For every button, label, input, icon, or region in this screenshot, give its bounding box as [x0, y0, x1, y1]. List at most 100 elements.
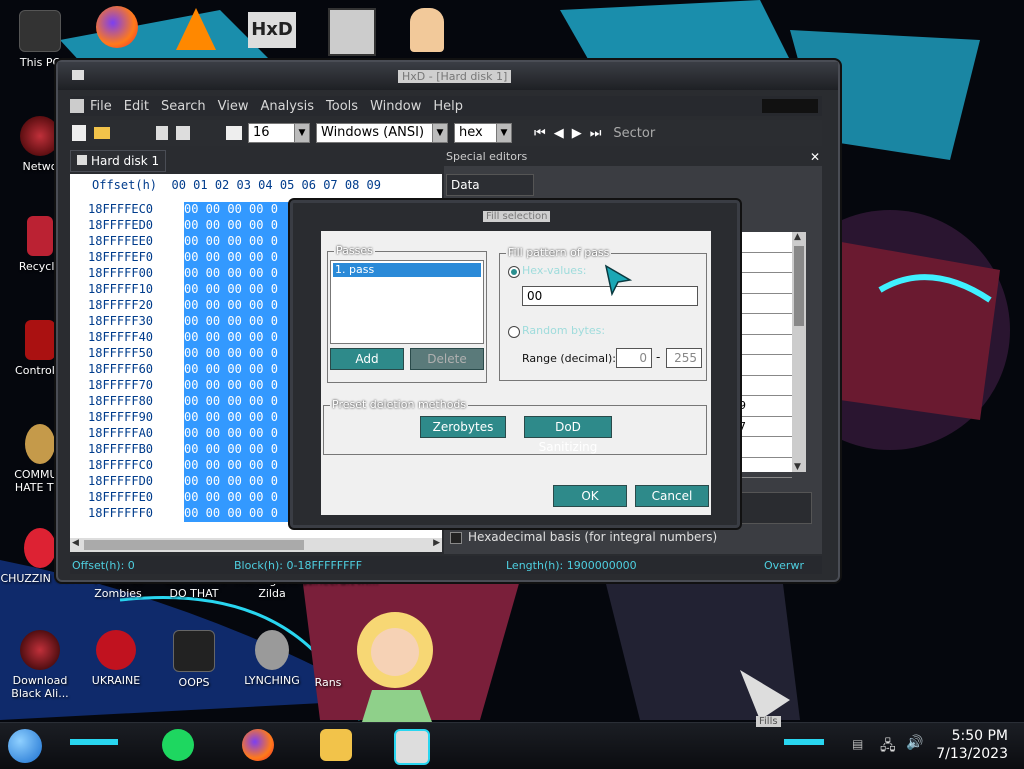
scroll-up-icon[interactable]: ▲ [794, 232, 801, 242]
desktop-icon-label: OOPS [178, 676, 210, 689]
pass-item[interactable]: 1. pass [333, 263, 481, 277]
control-panel-icon [25, 320, 55, 360]
hxd-app-icon [72, 70, 84, 80]
fills-sign-text: Fills [759, 716, 778, 727]
add-pass-button[interactable]: Add [330, 348, 404, 370]
special-editors-header: Special editors ✕ [444, 148, 824, 166]
new-file-icon[interactable] [72, 125, 86, 141]
close-icon[interactable]: ✕ [810, 148, 820, 166]
taskbar-left-decoration [70, 739, 118, 745]
hxd-taskbar-icon[interactable] [394, 729, 430, 765]
status-block: Block(h): 0-18FFFFFFFF [234, 559, 363, 572]
menu-help[interactable]: Help [433, 99, 463, 114]
status-offset: Offset(h): 0 [72, 559, 135, 572]
notification-icon[interactable]: ▤ [852, 737, 863, 751]
scroll-right-icon[interactable]: ▶ [433, 538, 440, 548]
next-sector-icon[interactable]: ▶ [572, 126, 582, 141]
hxd-titlebar[interactable]: HxD - [Hard disk 1] [58, 62, 838, 90]
preset-deletion-group: Preset deletion methods Zerobytes DoD Sa… [323, 398, 707, 455]
special-editors-title: Special editors [446, 150, 528, 163]
hex-offset: 18FFFFF30 [88, 314, 154, 328]
hex-values-radio[interactable] [508, 266, 520, 278]
menu-edit[interactable]: Edit [124, 99, 149, 114]
scroll-left-icon[interactable]: ◀ [72, 538, 79, 548]
hex-basis-option[interactable]: Hexadecimal basis (for integral numbers) [450, 530, 717, 544]
delete-pass-button[interactable]: Delete [410, 348, 484, 370]
open-folder-icon[interactable] [94, 127, 110, 139]
charset-select[interactable]: Windows (ANSI) ▼ [316, 123, 448, 143]
hex-offset: 18FFFFFC0 [88, 458, 154, 472]
scroll-down-icon[interactable]: ▼ [794, 462, 801, 472]
system-clock[interactable]: 5:50 PM 7/13/2023 [936, 727, 1008, 763]
taskbar-right-decoration [784, 739, 824, 745]
hex-offset: 18FFFFF00 [88, 266, 154, 280]
menu-window[interactable]: Window [370, 99, 421, 114]
last-sector-icon[interactable]: ⏭ [590, 126, 602, 141]
charset-value: Windows (ANSI) [321, 125, 425, 140]
bytes-per-row-icon [226, 126, 242, 140]
desktop-icon-rans[interactable]: Rans [298, 676, 358, 689]
scroll-thumb[interactable] [84, 540, 304, 550]
menu-view[interactable]: View [218, 99, 249, 114]
chevron-down-icon: ▼ [496, 124, 511, 142]
cancel-button[interactable]: Cancel [635, 485, 709, 507]
bytes-per-row-select[interactable]: 16 ▼ [248, 123, 310, 143]
menu-analysis[interactable]: Analysis [260, 99, 314, 114]
hex-offset: 18FFFFF80 [88, 394, 154, 408]
menu-tools[interactable]: Tools [326, 99, 358, 114]
random-bytes-radio[interactable] [508, 326, 520, 338]
display-mode-select[interactable]: hex ▼ [454, 123, 512, 143]
status-length: Length(h): 1900000000 [506, 559, 637, 572]
hex-offset: 18FFFFEF0 [88, 250, 154, 264]
ok-button[interactable]: OK [553, 485, 627, 507]
vlc-desktop-icon[interactable] [176, 8, 216, 50]
hex-offset: 18FFFFEC0 [88, 202, 154, 216]
hex-offset: 18FFFFF40 [88, 330, 154, 344]
hex-offset: 18FFFFF20 [88, 298, 154, 312]
random-bytes-label: Random bytes: [522, 324, 606, 337]
this-pc-icon [19, 10, 61, 52]
passes-group: Passes 1. pass Add Delete [327, 244, 487, 383]
menu-search[interactable]: Search [161, 99, 206, 114]
network-icon[interactable]: 🖧 [880, 735, 896, 759]
tab-data-inspector[interactable]: Data inspector [446, 174, 534, 212]
tab-hard-disk-1[interactable]: Hard disk 1 [70, 150, 166, 172]
hex-offset: 18FFFFFE0 [88, 490, 154, 504]
passes-list[interactable]: 1. pass [330, 260, 484, 344]
doctor-desktop-icon[interactable] [410, 8, 444, 52]
inspector-vertical-scrollbar[interactable]: ▲ ▼ [792, 232, 806, 472]
firefox-desktop-icon[interactable] [96, 6, 138, 48]
scroll-thumb[interactable] [794, 246, 804, 326]
hex-horizontal-scrollbar[interactable]: ◀ ▶ [70, 538, 442, 552]
prev-sector-icon[interactable]: ◀ [554, 126, 564, 141]
desktop-icon-label: Netwo [22, 160, 58, 173]
file-explorer-taskbar-icon[interactable] [320, 729, 352, 761]
firefox-taskbar-icon[interactable] [242, 729, 274, 761]
volume-icon[interactable]: 🔊 [906, 735, 923, 751]
status-bar: Offset(h): 0 Block(h): 0-18FFFFFFFF Leng… [70, 556, 822, 574]
hex-basis-label: Hexadecimal basis (for integral numbers) [468, 530, 718, 544]
first-sector-icon[interactable]: ⏮ [534, 126, 546, 141]
dod-sanitizing-button[interactable]: DoD Sanitizing [524, 416, 612, 454]
ram-icon[interactable] [176, 126, 190, 140]
alienware-icon [20, 630, 60, 670]
desktop-icon-oops[interactable]: OOPS [154, 630, 234, 689]
desktop-icon-ukraine[interactable]: UKRAINE [76, 630, 156, 687]
menu-file[interactable]: File [90, 99, 112, 114]
zerobytes-button[interactable]: Zerobytes [420, 416, 506, 438]
hex-offset: 18FFFFF10 [88, 282, 154, 296]
save-icon[interactable] [156, 126, 168, 140]
spotify-taskbar-icon[interactable] [162, 729, 194, 761]
hex-offset: 18FFFFFB0 [88, 442, 154, 456]
start-button[interactable] [8, 729, 42, 763]
desktop-icon-download-black-ali[interactable]: Download Black Ali... [0, 630, 80, 700]
hxd-desktop-icon[interactable]: HxD [248, 12, 296, 48]
maze-desktop-icon[interactable] [328, 8, 376, 56]
hex-basis-checkbox[interactable] [450, 531, 462, 544]
hex-offset: 18FFFFF50 [88, 346, 154, 360]
range-to-input[interactable]: 255 [666, 348, 702, 368]
hex-offset: 18FFFFFA0 [88, 426, 154, 440]
mdi-controls[interactable] [762, 99, 818, 113]
range-from-input[interactable]: 0 [616, 348, 652, 368]
status-mode[interactable]: Overwr [764, 559, 804, 572]
